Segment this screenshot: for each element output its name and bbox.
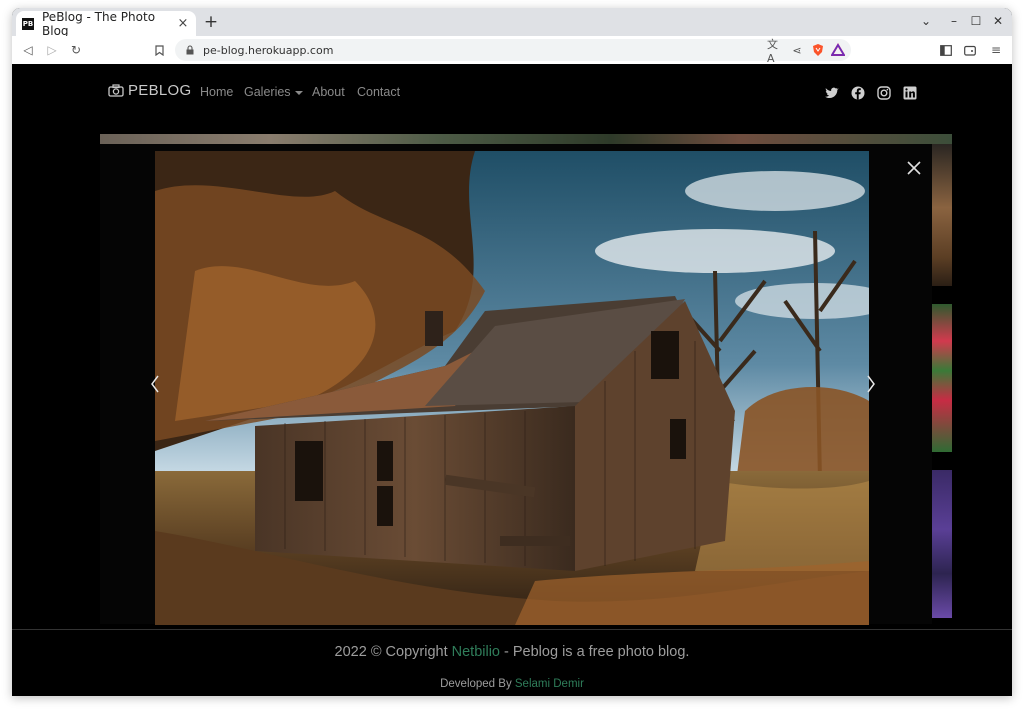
- camera-icon: [108, 84, 124, 97]
- address-bar[interactable]: pe-blog.herokuapp.com 文A ⋖: [175, 38, 851, 65]
- browser-window: PB PeBlog - The Photo Blog × + ⌄ – ☐ ✕ ◁…: [12, 8, 1012, 696]
- lock-icon: [186, 45, 194, 55]
- gallery-thumbnail[interactable]: [932, 144, 952, 286]
- maximize-icon[interactable]: ☐: [968, 13, 984, 29]
- twitter-icon[interactable]: [825, 86, 839, 100]
- tab-bar: PB PeBlog - The Photo Blog × + ⌄ – ☐ ✕: [12, 8, 1012, 38]
- translate-icon[interactable]: 文A: [767, 38, 783, 65]
- wallet-icon[interactable]: [962, 42, 978, 58]
- dropdown-caret-icon: [294, 90, 303, 95]
- netbilio-link[interactable]: Netbilio: [452, 644, 500, 660]
- nav-galeries-label: Galeries: [244, 85, 291, 99]
- next-arrow-icon[interactable]: [865, 374, 877, 394]
- back-icon[interactable]: ◁: [20, 42, 36, 58]
- site-brand[interactable]: PEBLOG: [108, 82, 192, 99]
- nav-home[interactable]: Home: [200, 85, 233, 99]
- copyright-text: 2022 © Copyright Netbilio - Peblog is a …: [12, 644, 1012, 660]
- lightbox-image: [155, 151, 869, 625]
- bookmark-icon[interactable]: [151, 42, 167, 58]
- minimize-icon[interactable]: –: [946, 13, 962, 29]
- developer-link[interactable]: Selami Demir: [515, 678, 584, 690]
- url-text: pe-blog.herokuapp.com: [203, 43, 334, 57]
- lightbox-close-icon[interactable]: [905, 159, 923, 177]
- copyright-prefix: 2022 © Copyright: [334, 644, 452, 660]
- instagram-icon[interactable]: [877, 86, 891, 100]
- site-navbar: PEBLOG Home Galeries About Contact: [12, 64, 1012, 122]
- nav-about[interactable]: About: [312, 85, 345, 99]
- brave-shield-icon[interactable]: [811, 43, 825, 57]
- gallery-thumbnail[interactable]: [932, 470, 952, 618]
- tab-title: PeBlog - The Photo Blog: [42, 9, 156, 38]
- web-page: PEBLOG Home Galeries About Contact 2022 …: [12, 64, 1012, 696]
- site-footer: 2022 © Copyright Netbilio - Peblog is a …: [12, 629, 1012, 696]
- previous-arrow-icon[interactable]: [149, 374, 161, 394]
- sidebar-toggle-icon[interactable]: [938, 42, 954, 58]
- linkedin-icon[interactable]: [903, 86, 917, 100]
- menu-icon[interactable]: ≡: [988, 42, 1004, 58]
- browser-tab[interactable]: PB PeBlog - The Photo Blog ×: [16, 9, 196, 38]
- share-icon[interactable]: ⋖: [789, 42, 805, 58]
- tab-list-chevron-icon[interactable]: ⌄: [918, 13, 934, 29]
- gallery-thumbnail[interactable]: [932, 304, 952, 452]
- developed-prefix: Developed By: [440, 678, 515, 690]
- browser-toolbar: ◁ ▷ ↻ pe-blog.herokuapp.com 文A ⋖ ≡: [12, 36, 1012, 65]
- forward-icon[interactable]: ▷: [44, 42, 60, 58]
- developer-credit: Developed By Selami Demir: [12, 678, 1012, 690]
- window-close-icon[interactable]: ✕: [990, 13, 1006, 29]
- favicon-icon: PB: [22, 17, 34, 30]
- tab-close-icon[interactable]: ×: [176, 16, 190, 31]
- reload-icon[interactable]: ↻: [68, 42, 84, 58]
- new-tab-button[interactable]: +: [202, 12, 220, 32]
- brave-rewards-icon[interactable]: [831, 43, 845, 57]
- nav-contact[interactable]: Contact: [357, 85, 400, 99]
- nav-galeries[interactable]: Galeries: [244, 85, 303, 99]
- facebook-icon[interactable]: [851, 86, 865, 100]
- brand-text: PEBLOG: [128, 82, 192, 99]
- copyright-suffix: - Peblog is a free photo blog.: [500, 644, 690, 660]
